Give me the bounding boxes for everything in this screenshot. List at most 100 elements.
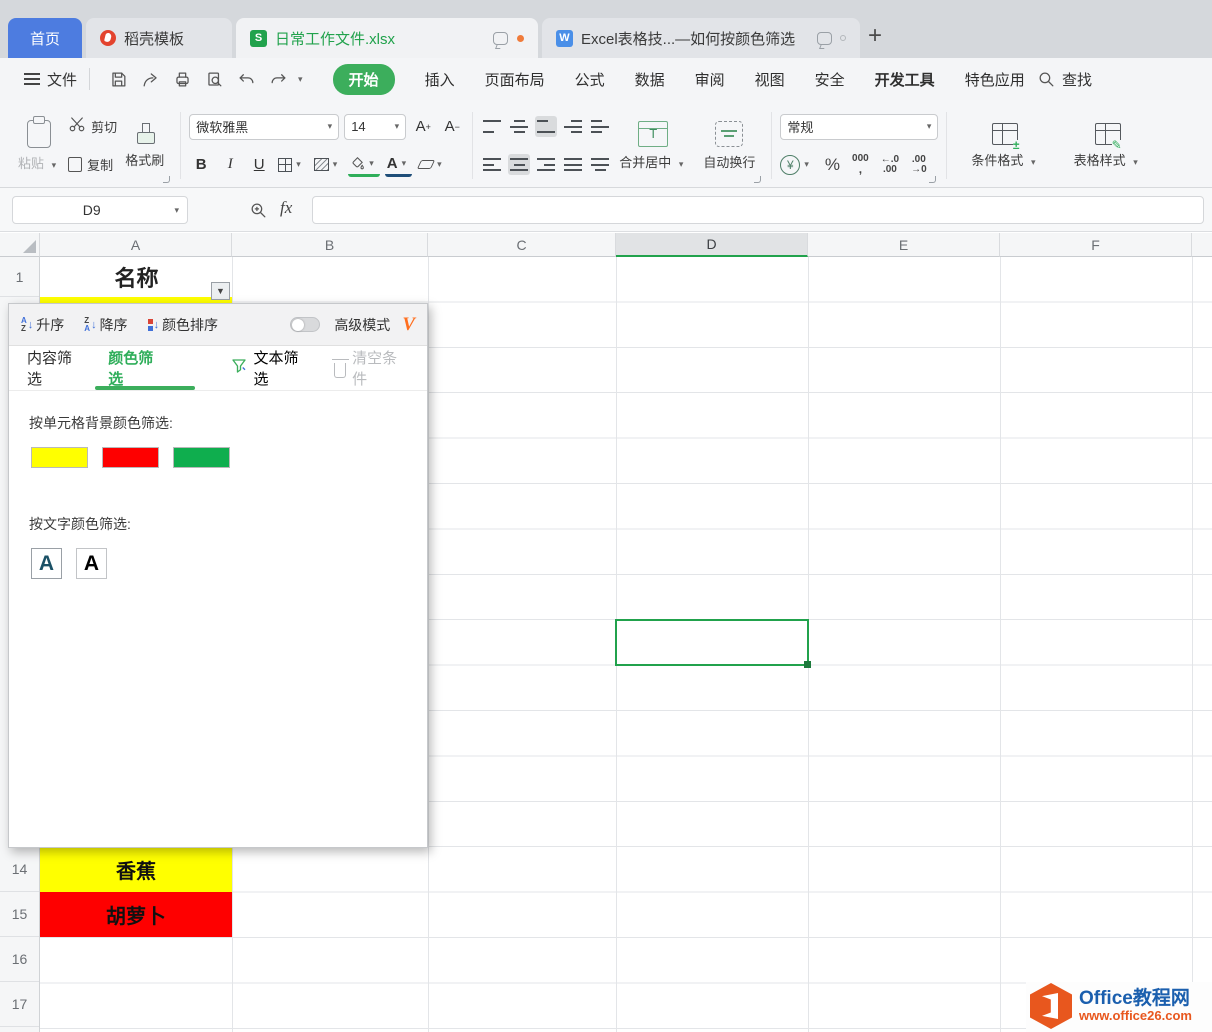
underline-button[interactable]: U bbox=[247, 153, 271, 177]
row-header-15[interactable]: 15 bbox=[0, 892, 39, 937]
conditional-formatting-button[interactable]: ± 条件格式 ▾ bbox=[963, 122, 1047, 169]
comment-bubble-icon[interactable] bbox=[493, 31, 508, 45]
distribute-button[interactable] bbox=[589, 154, 611, 175]
selected-cell-d9[interactable] bbox=[615, 619, 811, 668]
number-format-select[interactable]: 常规 ▾ bbox=[780, 113, 939, 140]
format-painter-button[interactable]: 格式刷 bbox=[117, 122, 172, 169]
row-header-1[interactable]: 1 bbox=[0, 257, 39, 297]
cell-a15[interactable]: 胡萝卜 bbox=[40, 892, 232, 937]
cut-button[interactable]: 剪切 bbox=[68, 114, 117, 140]
comment-bubble-icon[interactable] bbox=[817, 31, 832, 45]
merge-center-button[interactable]: T 合并居中 ▾ bbox=[611, 120, 695, 171]
decrease-indent-button[interactable] bbox=[562, 116, 584, 137]
column-header-a[interactable]: A bbox=[40, 233, 232, 257]
table-style-button[interactable]: ✎ 表格样式 ▾ bbox=[1066, 122, 1150, 169]
print-preview-icon[interactable] bbox=[204, 69, 224, 89]
zoom-search-icon[interactable] bbox=[248, 200, 268, 220]
sort-by-color-button[interactable]: ↓ 颜色排序 bbox=[147, 315, 218, 335]
tab-document-active[interactable]: S 日常工作文件.xlsx bbox=[236, 18, 538, 58]
tab-home[interactable]: 首页 bbox=[8, 18, 82, 58]
tab-developer[interactable]: 开发工具 bbox=[875, 69, 935, 90]
cell-a14[interactable]: 香蕉 bbox=[40, 847, 232, 892]
select-all-corner[interactable] bbox=[0, 233, 40, 257]
align-left-button[interactable] bbox=[481, 154, 503, 175]
eraser-button[interactable]: ▾ bbox=[417, 153, 448, 177]
paste-button[interactable]: 粘贴 ▾ bbox=[10, 115, 68, 172]
sort-descending-button[interactable]: ZA ↓ 降序 bbox=[84, 315, 127, 335]
shrink-font-button[interactable]: A − bbox=[440, 115, 464, 139]
undo-icon[interactable] bbox=[236, 69, 256, 89]
export-pdf-icon[interactable] bbox=[140, 69, 160, 89]
toolbar-customize-caret-icon[interactable]: ▾ bbox=[298, 74, 303, 85]
fill-handle[interactable] bbox=[804, 661, 811, 668]
file-menu[interactable]: 文件 bbox=[47, 69, 77, 90]
dialog-launcher-icon[interactable] bbox=[754, 176, 762, 183]
black-font-color-swatch[interactable]: A bbox=[76, 548, 107, 579]
column-header-e[interactable]: E bbox=[808, 233, 1000, 257]
tab-security[interactable]: 安全 bbox=[815, 69, 845, 90]
increase-indent-button[interactable] bbox=[589, 116, 611, 137]
font-color-button[interactable]: A ▾ bbox=[384, 153, 413, 177]
borders-button[interactable]: ▾ bbox=[276, 153, 307, 177]
tab-page-layout[interactable]: 页面布局 bbox=[485, 69, 545, 90]
wrap-text-button[interactable]: 自动换行 bbox=[695, 120, 763, 171]
clear-filter-button[interactable]: 清空条件 bbox=[331, 347, 409, 389]
decrease-decimal-button[interactable]: .00 →0 bbox=[911, 154, 927, 175]
cell-a1[interactable]: 名称 bbox=[41, 257, 232, 297]
green-swatch[interactable] bbox=[173, 447, 230, 468]
yellow-swatch[interactable] bbox=[31, 447, 88, 468]
row-header-14[interactable]: 14 bbox=[0, 847, 39, 892]
justify-button[interactable] bbox=[562, 154, 584, 175]
red-swatch[interactable] bbox=[102, 447, 159, 468]
text-filter-button[interactable]: 文本筛选 bbox=[230, 347, 310, 389]
column-header-c[interactable]: C bbox=[428, 233, 616, 257]
percent-format-button[interactable]: % bbox=[825, 155, 840, 175]
sort-ascending-button[interactable]: AZ ↓ 升序 bbox=[21, 315, 64, 335]
tab-content-filter[interactable]: 内容筛选 bbox=[27, 347, 84, 389]
row-header-16[interactable]: 16 bbox=[0, 937, 39, 982]
column-header-b[interactable]: B bbox=[232, 233, 428, 257]
align-middle-button[interactable] bbox=[508, 116, 530, 137]
tab-view[interactable]: 视图 bbox=[755, 69, 785, 90]
teal-font-color-swatch[interactable]: A bbox=[31, 548, 62, 579]
align-top-button[interactable] bbox=[481, 116, 503, 137]
tab-home-ribbon[interactable]: 开始 bbox=[332, 63, 395, 95]
tab-review[interactable]: 审阅 bbox=[695, 69, 725, 90]
tab-docer-templates[interactable]: 稻壳模板 bbox=[86, 18, 232, 58]
insert-function-button[interactable]: fx bbox=[280, 198, 292, 218]
copy-button[interactable]: 复制 bbox=[68, 152, 117, 178]
shading-button[interactable]: ▾ bbox=[312, 153, 344, 177]
font-size-select[interactable]: 14 ▾ bbox=[344, 113, 407, 140]
tab-data[interactable]: 数据 bbox=[635, 69, 665, 90]
currency-format-button[interactable]: ¥ ▾ bbox=[780, 154, 813, 175]
dialog-launcher-icon[interactable] bbox=[163, 176, 171, 183]
tab-formulas[interactable]: 公式 bbox=[575, 69, 605, 90]
name-box[interactable]: D9 ▾ bbox=[12, 196, 188, 224]
column-header-partial[interactable] bbox=[1192, 233, 1212, 257]
align-right-button[interactable] bbox=[535, 154, 557, 175]
dialog-launcher-icon[interactable] bbox=[929, 176, 937, 183]
row-header-17[interactable]: 17 bbox=[0, 982, 39, 1027]
align-bottom-button[interactable] bbox=[535, 116, 558, 137]
grow-font-button[interactable]: A + bbox=[411, 115, 435, 139]
font-name-select[interactable]: 微软雅黑 ▾ bbox=[189, 113, 340, 140]
align-center-button[interactable] bbox=[508, 154, 531, 175]
advanced-mode-toggle[interactable] bbox=[290, 317, 321, 332]
tab-special-apps[interactable]: 特色应用 bbox=[965, 69, 1025, 90]
autofilter-dropdown-button[interactable]: ▼ bbox=[211, 282, 230, 300]
redo-icon[interactable] bbox=[268, 69, 288, 89]
italic-button[interactable]: I bbox=[218, 153, 242, 177]
tab-insert[interactable]: 插入 bbox=[425, 69, 455, 90]
increase-decimal-button[interactable]: ←.0.00 bbox=[881, 154, 899, 175]
column-header-d[interactable]: D bbox=[616, 233, 808, 257]
find-button[interactable]: 查找 bbox=[1037, 69, 1092, 90]
formula-input[interactable] bbox=[312, 196, 1204, 224]
bold-button[interactable]: B bbox=[189, 153, 213, 177]
new-tab-button[interactable]: + bbox=[868, 24, 882, 48]
hamburger-menu-icon[interactable] bbox=[24, 73, 40, 85]
save-icon[interactable] bbox=[108, 69, 128, 89]
print-icon[interactable] bbox=[172, 69, 192, 89]
thousands-separator-button[interactable]: 000, bbox=[852, 153, 869, 176]
column-header-f[interactable]: F bbox=[1000, 233, 1192, 257]
fill-color-button[interactable]: ▾ bbox=[348, 153, 380, 177]
